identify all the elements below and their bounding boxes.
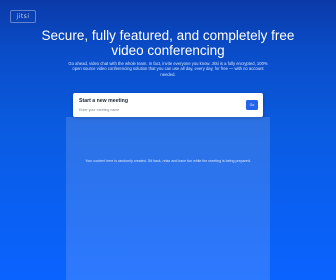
hero-intro-text: Go ahead, video chat with the whole team… [68,61,268,77]
start-meeting-title: Start a new meeting [79,98,129,104]
welcome-panel-text: Your content here is randomly created. S… [85,159,251,163]
welcome-panel: Your content here is randomly created. S… [66,117,270,280]
meeting-name-input[interactable] [79,106,229,113]
hero-headline: Secure, fully featured, and completely f… [41,28,295,58]
start-meeting-card: Start a new meeting Go [73,93,263,117]
app-logo[interactable]: jitsi [10,10,36,23]
go-button[interactable]: Go [246,100,258,110]
